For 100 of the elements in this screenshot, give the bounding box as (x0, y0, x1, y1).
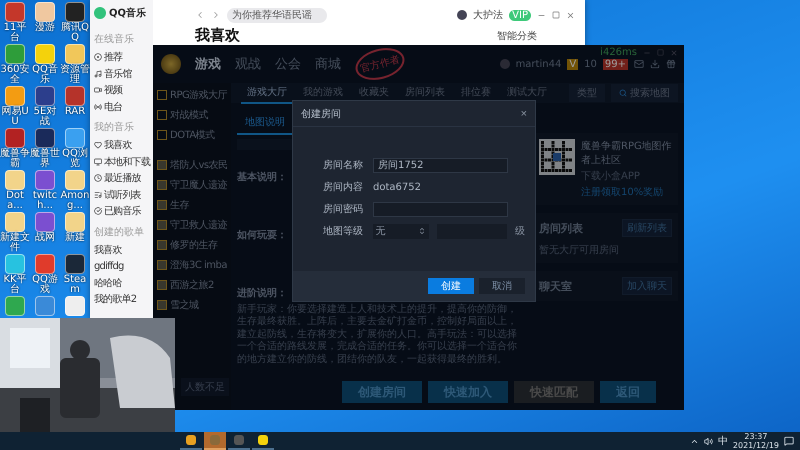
desktop-icon-label[interactable]: 360安全 (0, 65, 30, 85)
sidebar-item[interactable]: 本地和下载 (94, 154, 153, 169)
tab[interactable]: 我的游戏 (297, 82, 349, 104)
sidebar-item[interactable]: 守卫救人遗迹 (157, 217, 231, 233)
sidebar-item[interactable]: 对战模式 (157, 107, 231, 123)
app-icon[interactable] (65, 296, 85, 316)
sidebar-item[interactable]: 电台 (94, 100, 153, 114)
app-icon[interactable] (5, 212, 25, 232)
sidebar-item[interactable]: 守卫魔人遗迹 (157, 177, 231, 193)
app-icon[interactable] (65, 254, 85, 274)
maximize-icon[interactable] (657, 49, 664, 56)
input-field[interactable] (373, 202, 508, 216)
desktop-icon-label[interactable]: QQ音乐 (30, 65, 60, 85)
user-name[interactable]: 大护法 (473, 8, 504, 22)
app-icon[interactable] (65, 128, 85, 148)
sidebar-item[interactable]: 澄海3C imba (157, 257, 231, 273)
desktop-icon-label[interactable]: Dota... (0, 191, 30, 211)
create-button[interactable]: 创建 (428, 278, 474, 294)
desktop-icon-label[interactable]: 新建文件 (0, 233, 30, 253)
sidebar-item[interactable]: 西游之旅2 (157, 277, 231, 293)
desktop-icon-label[interactable]: 资源管理 (60, 65, 90, 85)
sort-button[interactable]: 智能分类 (497, 28, 537, 42)
tab[interactable]: 房间列表 (399, 82, 451, 104)
search-field[interactable]: 为你推荐华语民谣 (227, 8, 327, 22)
close-icon[interactable] (566, 10, 575, 20)
gift-icon[interactable] (666, 59, 676, 69)
app-icon[interactable] (35, 212, 55, 232)
sidebar-item[interactable]: DOTA模式 (157, 127, 231, 143)
field-label: 房间内容 (323, 180, 364, 194)
tab[interactable]: 收藏夹 (353, 82, 395, 104)
app-icon[interactable] (35, 44, 55, 64)
desktop-icon-label[interactable]: 腾讯QQ (60, 23, 90, 43)
sidebar-item[interactable]: 最近播放 (94, 171, 153, 186)
nav-tab[interactable]: 观战 (235, 55, 261, 73)
desktop-icon-label[interactable]: 网易UU (0, 107, 30, 127)
app-icon[interactable] (65, 44, 85, 64)
tab[interactable]: 测试大厅 (501, 82, 553, 104)
app-icon[interactable] (35, 170, 55, 190)
desktop-icon-label[interactable]: 战网 (30, 233, 60, 243)
input-field[interactable]: 房间1752 (373, 158, 508, 172)
sidebar-item[interactable]: gdiffdg (94, 259, 153, 274)
sidebar-item[interactable]: 推荐 (94, 50, 153, 64)
nav-tab[interactable]: 游戏 (195, 55, 221, 73)
app-icon[interactable] (65, 170, 85, 190)
desktop-icon-label[interactable]: twitch... (30, 191, 60, 211)
sidebar-item[interactable]: 生存 (157, 197, 231, 213)
app-icon[interactable] (5, 254, 25, 274)
sidebar-item[interactable]: 修罗的生存 (157, 237, 231, 253)
download-icon[interactable] (650, 59, 660, 69)
sidebar-item[interactable]: 哈哈哈 (94, 276, 153, 290)
mail-icon[interactable] (634, 59, 644, 69)
sidebar-item[interactable]: 塔防人vs农民 (157, 157, 231, 173)
nav-tab[interactable]: 商城 (315, 55, 341, 73)
desktop-icon-label[interactable]: RAR (60, 107, 90, 117)
desktop-icon-label[interactable]: 5E对战 (30, 107, 60, 127)
desktop-icon-label[interactable]: QQ浏览 (60, 149, 90, 169)
level-select[interactable]: 无 (372, 224, 429, 238)
desktop-icon-label[interactable]: Steam (60, 275, 90, 295)
sidebar-item[interactable]: 试听列表 (94, 188, 153, 202)
desktop-icon-label[interactable]: 魔兽争霸 (0, 149, 30, 169)
sidebar-item[interactable]: 视频 (94, 83, 153, 98)
app-icon[interactable] (65, 2, 85, 22)
app-icon[interactable] (5, 44, 25, 64)
maximize-icon[interactable] (552, 11, 560, 19)
sidebar-item[interactable]: 我的歌单2 (94, 292, 153, 306)
menu-item-icon (94, 141, 102, 150)
cancel-button[interactable]: 取消 (479, 278, 525, 294)
app-icon[interactable] (35, 128, 55, 148)
app-icon[interactable] (5, 170, 25, 190)
desktop-icon-label[interactable]: QQ游戏 (30, 275, 60, 295)
app-icon[interactable] (35, 2, 55, 22)
desktop-icon-label[interactable]: Among... (60, 191, 90, 211)
sidebar-item[interactable]: 我喜欢 (94, 242, 153, 257)
desktop-icon-label[interactable]: 漫游 (30, 23, 60, 33)
sidebar-item[interactable]: RPG游戏大厅 (157, 87, 231, 103)
close-button[interactable]: × (520, 108, 527, 120)
app-icon[interactable] (65, 212, 85, 232)
sidebar-item[interactable]: 我喜欢 (94, 138, 153, 152)
desktop-icon-label[interactable]: 11平台 (0, 23, 30, 43)
nav-tab[interactable]: 公会 (275, 55, 301, 73)
field-label: 房间名称 (323, 158, 364, 172)
sidebar-item[interactable]: 音乐馆 (94, 66, 153, 81)
input-method[interactable]: 中 (718, 436, 728, 446)
app-icon[interactable] (5, 86, 25, 106)
notification-icon[interactable] (784, 436, 794, 446)
tab[interactable]: 排位赛 (455, 82, 497, 104)
avatar-icon[interactable] (457, 10, 468, 20)
app-icon[interactable] (65, 86, 85, 106)
desktop-icon-label[interactable]: 新建 (60, 233, 90, 243)
sidebar-item[interactable]: 已购音乐 (94, 204, 153, 218)
taskbar-app[interactable] (180, 432, 202, 450)
app-icon[interactable] (5, 2, 25, 22)
sidebar-item[interactable]: 雪之城 (157, 297, 231, 313)
desktop-icon-label[interactable]: 魔兽世界 (30, 149, 60, 169)
desktop-icon-label[interactable]: KK平台 (0, 275, 30, 295)
taskbar-app[interactable] (252, 432, 274, 450)
app-icon[interactable] (35, 86, 55, 106)
volume-icon[interactable] (704, 436, 713, 446)
user-name[interactable]: martin44 (516, 58, 562, 70)
app-icon[interactable] (5, 128, 25, 148)
